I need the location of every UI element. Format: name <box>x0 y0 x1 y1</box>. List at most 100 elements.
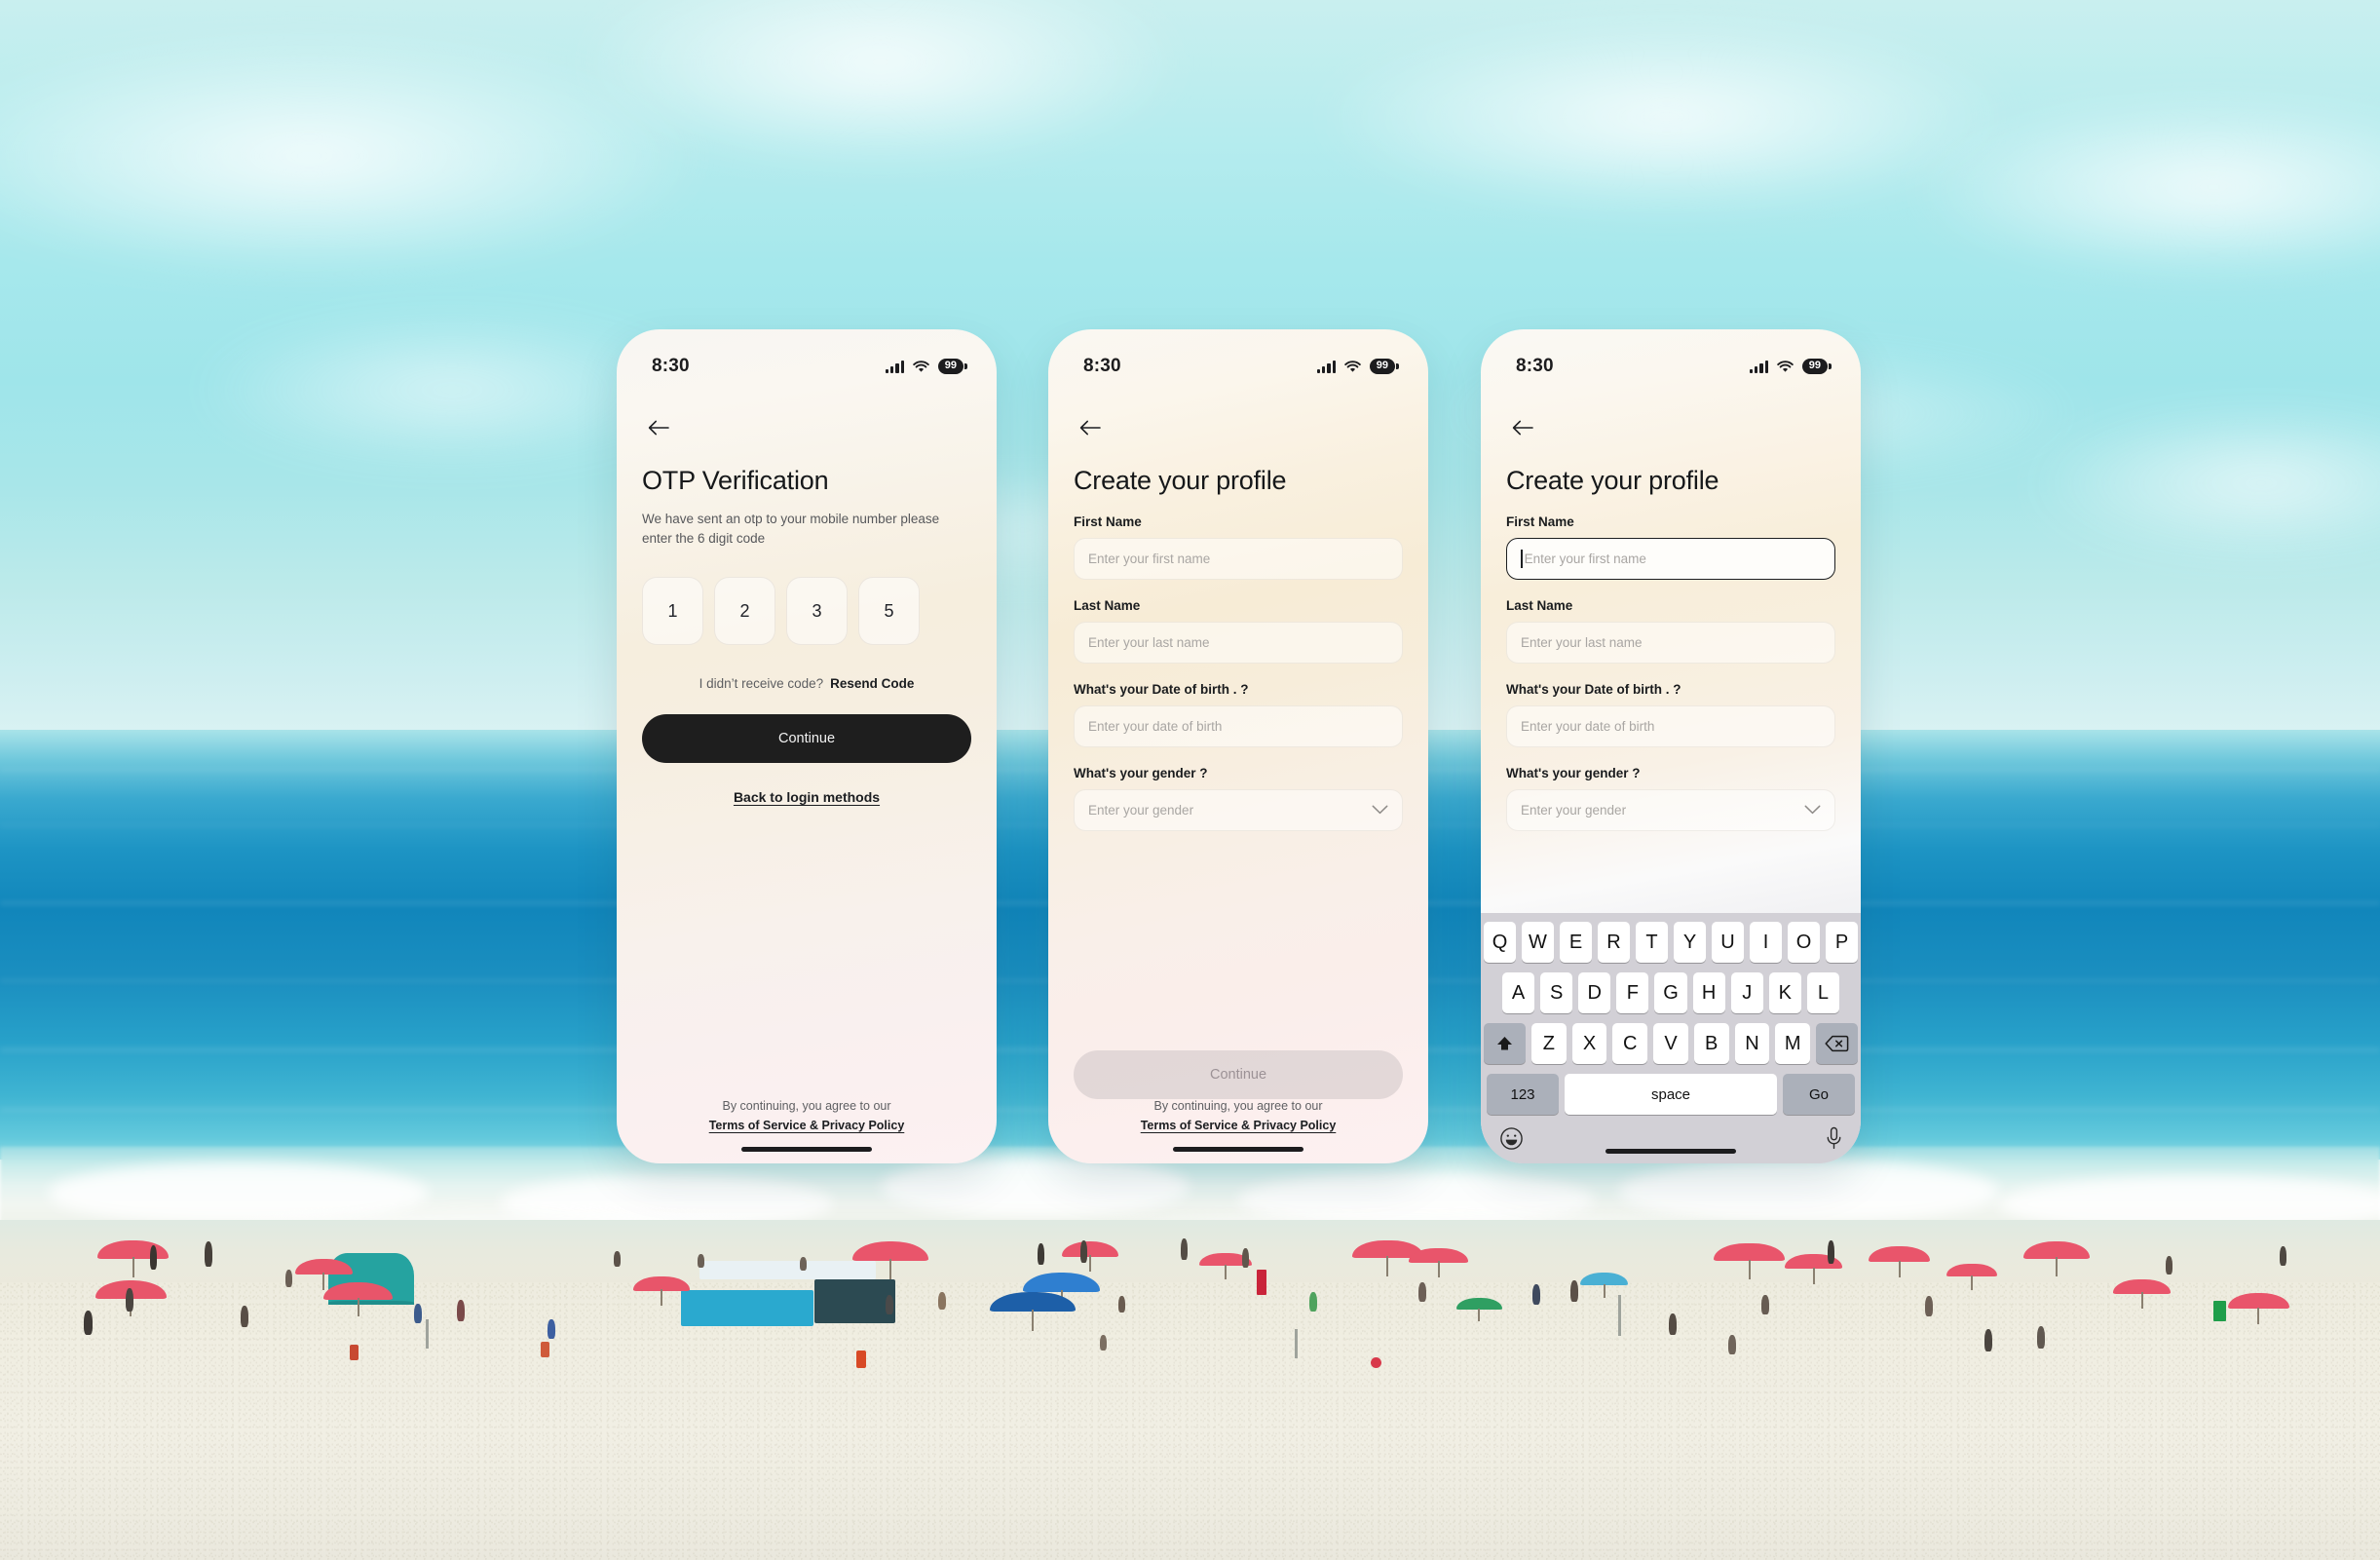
status-bar: 8:30 99 <box>1481 329 1861 390</box>
last-name-input[interactable]: Enter your last name <box>1506 622 1835 664</box>
shift-key-icon[interactable] <box>1483 1023 1526 1064</box>
status-bar: 8:30 99 <box>1048 329 1428 390</box>
home-indicator[interactable] <box>1173 1147 1303 1152</box>
screenshot-stage: 8:30 99 OTP Verification We have sent an… <box>0 0 2380 1560</box>
space-key[interactable]: space <box>1565 1074 1777 1115</box>
microphone-key-icon[interactable] <box>1826 1126 1842 1156</box>
screen-content: OTP Verification We have sent an otp to … <box>617 390 997 1099</box>
last-name-input[interactable]: Enter your last name <box>1074 622 1403 664</box>
phone-mockup-create-profile-keyboard: 8:30 99 Create your profile First Name E… <box>1481 329 1861 1163</box>
phone-mockup-create-profile: 8:30 99 Create your profile First Name E… <box>1048 329 1428 1163</box>
keyboard-row-3: Z X C V B N M <box>1483 1023 1859 1064</box>
back-arrow-icon[interactable] <box>1506 411 1539 444</box>
field-first-name: First Name Enter your first name <box>1506 514 1835 580</box>
chevron-down-icon <box>1804 803 1821 818</box>
status-bar-indicators: 99 <box>886 359 963 374</box>
key-h[interactable]: H <box>1692 972 1725 1013</box>
page-subtitle: We have sent an otp to your mobile numbe… <box>642 512 940 546</box>
key-i[interactable]: I <box>1750 922 1782 963</box>
otp-digit-1[interactable]: 1 <box>642 577 703 646</box>
key-q[interactable]: Q <box>1484 922 1516 963</box>
continue-button[interactable]: Continue <box>642 714 971 764</box>
numeric-key[interactable]: 123 <box>1487 1074 1559 1115</box>
key-v[interactable]: V <box>1653 1023 1688 1064</box>
key-d[interactable]: D <box>1578 972 1611 1013</box>
terms-privacy-link[interactable]: Terms of Service & Privacy Policy <box>1141 1119 1337 1132</box>
keyboard-row-1: Q W E R T Y U I O P <box>1484 922 1858 963</box>
date-of-birth-placeholder: Enter your date of birth <box>1521 719 1655 734</box>
key-z[interactable]: Z <box>1530 1023 1567 1064</box>
first-name-placeholder: Enter your first name <box>1088 552 1211 566</box>
status-bar-indicators: 99 <box>1750 359 1828 374</box>
wifi-icon <box>913 360 929 372</box>
keyboard-bottom-bar <box>1484 1119 1858 1163</box>
otp-digit-4[interactable]: 5 <box>858 577 920 646</box>
screen-create-profile: 8:30 99 Create your profile First Name E… <box>1048 329 1428 1163</box>
date-of-birth-label: What's your Date of birth . ? <box>1506 682 1681 697</box>
field-last-name: Last Name Enter your last name <box>1074 598 1403 664</box>
key-u[interactable]: U <box>1712 922 1744 963</box>
wifi-icon <box>1777 360 1794 372</box>
gender-select[interactable]: Enter your gender <box>1074 789 1403 831</box>
status-bar-indicators: 99 <box>1317 359 1395 374</box>
battery-icon: 99 <box>937 359 963 374</box>
key-c[interactable]: C <box>1612 1023 1648 1064</box>
key-m[interactable]: M <box>1775 1023 1811 1064</box>
back-arrow-icon[interactable] <box>642 411 675 444</box>
first-name-input[interactable]: Enter your first name <box>1506 538 1835 580</box>
page-title: Create your profile <box>1506 466 1719 495</box>
last-name-label: Last Name <box>1506 598 1573 613</box>
key-l[interactable]: L <box>1806 972 1839 1013</box>
home-indicator[interactable] <box>1606 1149 1736 1154</box>
date-of-birth-input[interactable]: Enter your date of birth <box>1074 705 1403 747</box>
legal-footer: By continuing, you agree to our Terms of… <box>617 1099 997 1163</box>
key-f[interactable]: F <box>1616 972 1649 1013</box>
key-k[interactable]: K <box>1768 972 1801 1013</box>
key-n[interactable]: N <box>1734 1023 1770 1064</box>
key-b[interactable]: B <box>1693 1023 1729 1064</box>
first-name-input[interactable]: Enter your first name <box>1074 538 1403 580</box>
key-r[interactable]: R <box>1598 922 1630 963</box>
backspace-key-icon[interactable] <box>1816 1023 1859 1064</box>
legal-footer: By continuing, you agree to our Terms of… <box>1048 1099 1428 1163</box>
return-key[interactable]: Go <box>1783 1074 1855 1115</box>
key-t[interactable]: T <box>1636 922 1668 963</box>
back-to-login-methods-link[interactable]: Back to login methods <box>642 789 971 805</box>
field-first-name: First Name Enter your first name <box>1074 514 1403 580</box>
key-w[interactable]: W <box>1522 922 1554 963</box>
on-screen-keyboard: Q W E R T Y U I O P A S D F G H J K L Z … <box>1481 913 1861 1163</box>
back-arrow-icon[interactable] <box>1074 411 1107 444</box>
first-name-label: First Name <box>1074 514 1142 529</box>
otp-digit-2[interactable]: 2 <box>714 577 775 646</box>
otp-digit-3[interactable]: 3 <box>786 577 848 646</box>
key-j[interactable]: J <box>1730 972 1763 1013</box>
key-a[interactable]: A <box>1502 972 1535 1013</box>
key-y[interactable]: Y <box>1674 922 1706 963</box>
continue-button[interactable]: Continue <box>1074 1050 1403 1099</box>
key-x[interactable]: X <box>1571 1023 1607 1064</box>
screen-create-profile-keyboard: 8:30 99 Create your profile First Name E… <box>1481 329 1861 1163</box>
key-g[interactable]: G <box>1654 972 1687 1013</box>
screen-content: Create your profile First Name Enter you… <box>1048 390 1428 1099</box>
battery-icon: 99 <box>1369 359 1395 374</box>
screen-content: Create your profile First Name Enter you… <box>1481 390 1861 831</box>
date-of-birth-label: What's your Date of birth . ? <box>1074 682 1249 697</box>
legal-text: By continuing, you agree to our <box>722 1099 891 1113</box>
last-name-placeholder: Enter your last name <box>1521 635 1643 650</box>
home-indicator[interactable] <box>741 1147 872 1152</box>
field-date-of-birth: What's your Date of birth . ? Enter your… <box>1074 682 1403 747</box>
emoji-key-icon[interactable] <box>1499 1126 1524 1156</box>
screen-otp-verification: 8:30 99 OTP Verification We have sent an… <box>617 329 997 1163</box>
key-p[interactable]: P <box>1826 922 1858 963</box>
field-date-of-birth: What's your Date of birth . ? Enter your… <box>1506 682 1835 747</box>
wifi-icon <box>1344 360 1361 372</box>
gender-select[interactable]: Enter your gender <box>1506 789 1835 831</box>
battery-icon: 99 <box>1801 359 1828 374</box>
gender-placeholder: Enter your gender <box>1521 803 1627 818</box>
terms-privacy-link[interactable]: Terms of Service & Privacy Policy <box>709 1119 905 1132</box>
key-e[interactable]: E <box>1560 922 1592 963</box>
key-s[interactable]: S <box>1540 972 1573 1013</box>
resend-code-link[interactable]: Resend Code <box>830 676 914 691</box>
date-of-birth-input[interactable]: Enter your date of birth <box>1506 705 1835 747</box>
key-o[interactable]: O <box>1788 922 1820 963</box>
